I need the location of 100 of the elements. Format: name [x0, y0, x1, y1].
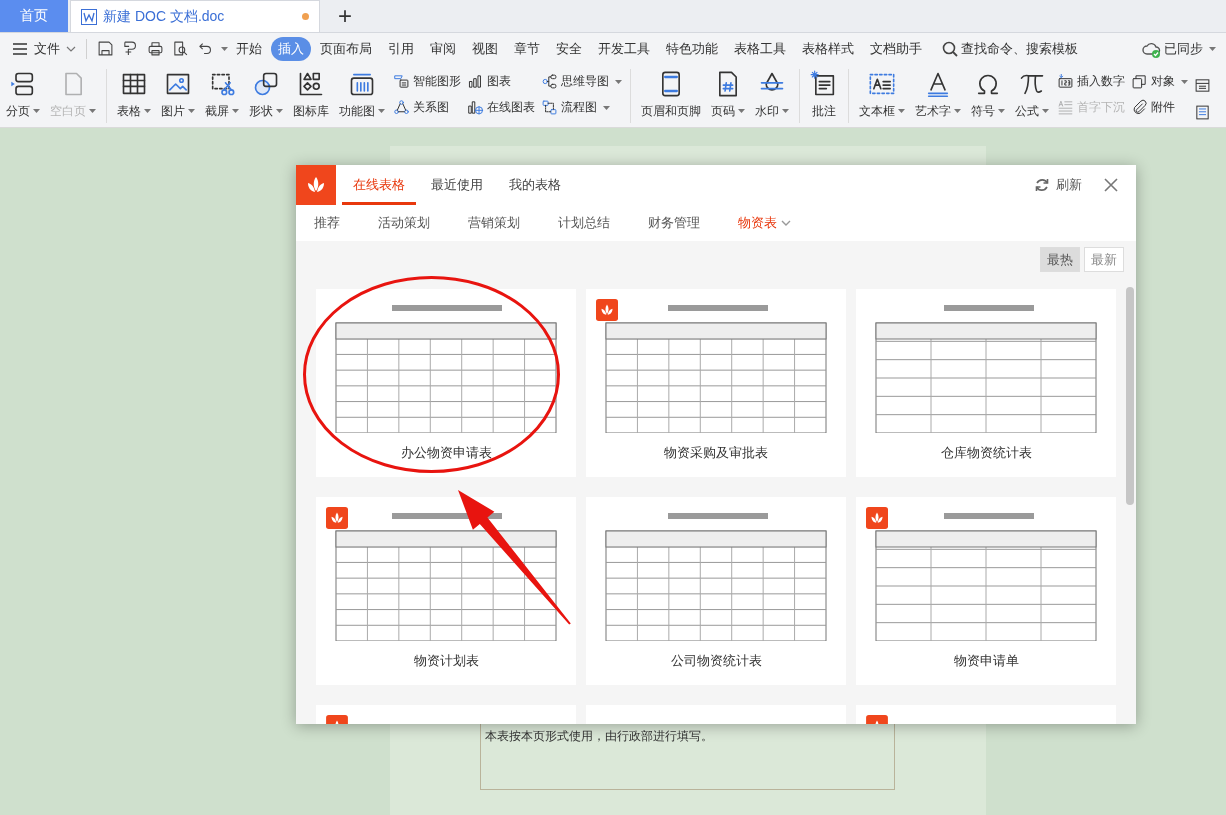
sync-button[interactable]: 已同步 [1142, 39, 1216, 58]
ribbon-tab[interactable]: 引用 [381, 36, 421, 61]
caret-icon [998, 109, 1005, 113]
chevron-icon [66, 45, 76, 52]
caret-icon [615, 79, 622, 84]
template-card[interactable]: 办公物资申请表 [316, 289, 576, 477]
dialog-tab[interactable]: 我的表格 [498, 165, 572, 205]
search-field[interactable]: 查找命令、搜索模板 [942, 40, 1101, 57]
ribbon-button[interactable]: 公式 [1013, 67, 1051, 122]
ribbon-button[interactable]: 页眉和页脚 [639, 67, 703, 122]
tab-title: 首页 [20, 7, 48, 25]
caret-icon [1181, 79, 1188, 84]
sort-button[interactable]: 最新 [1084, 247, 1124, 272]
ribbon-tab[interactable]: 文档助手 [863, 36, 929, 61]
caret-icon [954, 109, 961, 113]
dialog-tab[interactable]: 最近使用 [420, 165, 494, 205]
ribbon-button[interactable]: 附件 [1131, 99, 1188, 116]
drop-cap-icon [1057, 99, 1074, 116]
ribbon-button[interactable]: 图片 [159, 67, 197, 122]
caret-icon [276, 109, 283, 113]
category-tab[interactable]: 推荐 [314, 214, 340, 232]
tab[interactable]: 新建 DOC 文档.doc [70, 0, 320, 32]
dialog-tab[interactable]: 在线表格 [342, 165, 416, 205]
file-menu-button[interactable]: 文件 [10, 39, 78, 58]
ribbon-button[interactable]: 插入数字 [1057, 73, 1125, 90]
caret-icon [378, 109, 385, 113]
document-text: 本表按本页形式使用，由行政部进行填写。 [485, 728, 714, 745]
ribbon-button[interactable]: 表格 [115, 67, 153, 122]
layout-icon [1194, 76, 1211, 94]
ribbon-button[interactable]: 形状 [247, 67, 285, 122]
ribbon-button[interactable]: 思维导图 [541, 73, 622, 90]
save-icon [97, 40, 114, 57]
ribbon-tab[interactable]: 开发工具 [591, 36, 657, 61]
ribbon-button[interactable]: 图标库 [291, 67, 331, 122]
ribbon-button[interactable]: 对象 [1131, 73, 1188, 90]
close-icon [1104, 178, 1118, 192]
ribbon-tab[interactable]: 页面布局 [313, 36, 379, 61]
category-tab[interactable]: 物资表 [738, 214, 791, 232]
category-tab[interactable]: 财务管理 [648, 214, 700, 232]
ribbon-tab[interactable]: 章节 [507, 36, 547, 61]
caret-icon [898, 109, 905, 113]
ribbon-button[interactable]: 符号 [969, 67, 1007, 122]
search-icon [942, 40, 958, 57]
caret-icon [232, 109, 239, 113]
ribbon-tab[interactable]: 审阅 [423, 36, 463, 61]
template-title: 物资申请单 [953, 652, 1019, 670]
ribbon-button[interactable]: 关系图 [393, 99, 461, 116]
number-icon [1057, 73, 1074, 90]
ribbon-button[interactable]: 流程图 [541, 99, 622, 116]
template-card[interactable]: 公司物资统计表 [586, 497, 846, 685]
template-card[interactable]: 物资申请单 [856, 497, 1116, 685]
online-chart-icon [467, 99, 484, 116]
refresh-icon [1034, 177, 1050, 193]
template-title: 办公物资申请表 [400, 444, 492, 462]
template-title: 物资计划表 [413, 652, 479, 670]
template-title: 公司物资统计表 [670, 652, 762, 670]
ribbon-button[interactable]: 分页 [4, 67, 42, 122]
template-card[interactable] [316, 705, 576, 724]
template-card[interactable]: 物资计划表 [316, 497, 576, 685]
template-card[interactable]: 物资采购及审批表 [586, 289, 846, 477]
category-tab[interactable]: 计划总结 [558, 214, 610, 232]
template-card[interactable]: 仓库物资统计表 [856, 289, 1116, 477]
ribbon-button[interactable]: 截屏 [203, 67, 241, 122]
ribbon-tab[interactable]: 特色功能 [659, 36, 725, 61]
undo-icon [197, 40, 214, 57]
document-lines-icon [1194, 103, 1211, 121]
caret-icon [1042, 109, 1049, 113]
category-tab[interactable]: 活动策划 [378, 214, 430, 232]
ribbon-button[interactable]: 图表 [467, 73, 535, 90]
caret-icon [188, 109, 195, 113]
object-icon [1131, 73, 1148, 90]
ribbon-button[interactable]: 水印 [753, 67, 791, 122]
ribbon-tab[interactable]: 开始 [229, 36, 269, 61]
new-tab-button[interactable]: + [320, 0, 370, 32]
ribbon-button[interactable]: 文本框 [857, 67, 907, 122]
ribbon-tab[interactable]: 表格工具 [727, 36, 793, 61]
caret-icon [221, 46, 228, 51]
ribbon-button[interactable]: 批注 [808, 67, 840, 122]
ribbon-tab[interactable]: 表格样式 [795, 36, 861, 61]
category-tab[interactable]: 营销策划 [468, 214, 520, 232]
tab-title: 新建 DOC 文档.doc [103, 7, 226, 26]
bar-chart-icon [467, 73, 484, 90]
ribbon-button[interactable]: 艺术字 [913, 67, 963, 122]
ribbon-button[interactable]: 智能图形 [393, 73, 461, 90]
mind-map-icon [541, 73, 558, 90]
sort-button[interactable]: 最热 [1040, 247, 1080, 272]
caret-icon [738, 109, 745, 113]
refresh-button[interactable]: 刷新 [1034, 165, 1082, 205]
ribbon-button[interactable]: 功能图 [337, 67, 387, 122]
scrollbar[interactable] [1126, 287, 1134, 505]
ribbon-tab[interactable]: 安全 [549, 36, 589, 61]
ribbon-button[interactable]: 在线图表 [467, 99, 535, 116]
ribbon-button[interactable]: 页码 [709, 67, 747, 122]
paperclip-icon [1131, 99, 1148, 116]
relation-icon [393, 99, 410, 116]
ribbon-tab[interactable]: 视图 [465, 36, 505, 61]
template-card[interactable] [856, 705, 1116, 724]
smart-graphic-icon [393, 73, 410, 90]
document-icon [81, 8, 97, 25]
template-title: 仓库物资统计表 [940, 444, 1032, 462]
